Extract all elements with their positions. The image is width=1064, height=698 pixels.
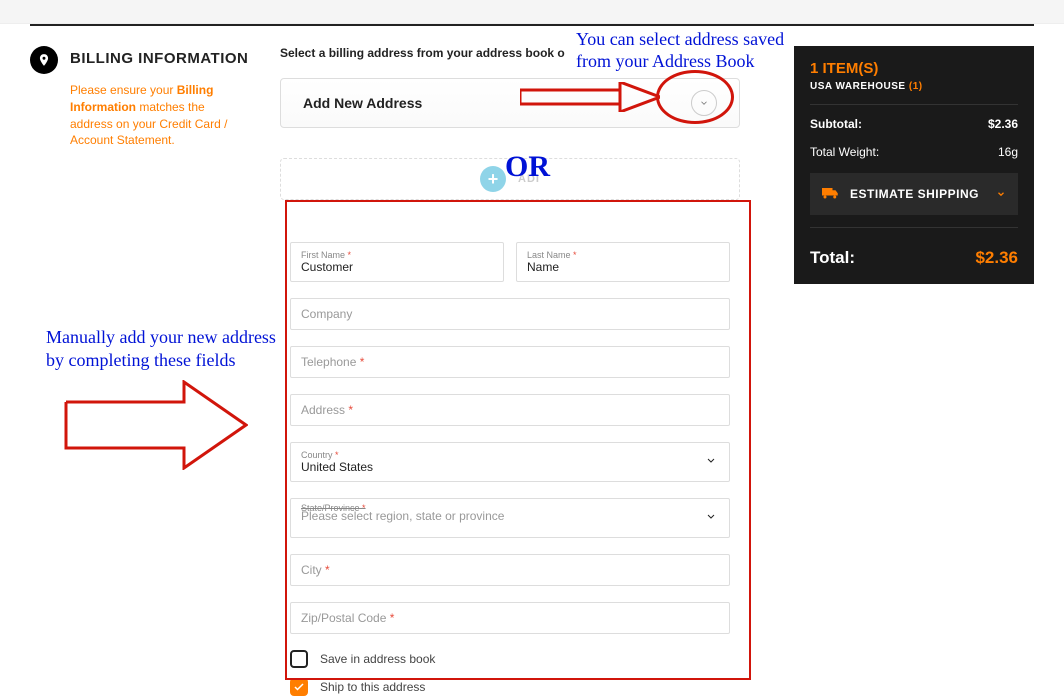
save-address-checkbox[interactable] — [290, 650, 308, 668]
total-row: Total: $2.36 — [810, 248, 1018, 268]
billing-title: BILLING INFORMATION — [70, 50, 248, 67]
telephone-input[interactable]: Telephone * — [290, 346, 730, 378]
chevron-down-icon — [691, 90, 717, 116]
select-address-instruction: Select a billing address from your addre… — [280, 46, 740, 60]
estimate-shipping-toggle[interactable]: ESTIMATE SHIPPING — [810, 173, 1018, 215]
weight-row: Total Weight: 16g — [810, 145, 1018, 159]
address-book-dropdown[interactable]: Add New Address — [280, 78, 740, 128]
country-select[interactable]: Country * United States — [290, 442, 730, 482]
left-column: BILLING INFORMATION Please ensure your B… — [30, 46, 280, 698]
dropdown-label: Add New Address — [303, 95, 422, 111]
chevron-down-icon — [996, 189, 1006, 199]
address-form: First Name * Customer Last Name * Name C… — [280, 220, 740, 698]
save-address-label: Save in address book — [320, 652, 435, 666]
address-input[interactable]: Address * — [290, 394, 730, 426]
plus-icon: + — [480, 166, 506, 192]
company-input[interactable]: Company — [290, 298, 730, 330]
add-new-address-block[interactable]: + ADI — [280, 158, 740, 200]
annotation-arrow-right — [520, 82, 660, 112]
warehouse-line: USA WAREHOUSE (1) — [810, 81, 1018, 92]
location-pin-icon — [30, 46, 58, 74]
state-select[interactable]: State/Province * Please select region, s… — [290, 498, 730, 538]
billing-note: Please ensure your Billing Information m… — [70, 82, 250, 149]
order-summary: 1 ITEM(S) USA WAREHOUSE (1) Subtotal: $2… — [794, 46, 1034, 284]
divider — [810, 104, 1018, 105]
top-bar — [0, 0, 1064, 24]
ship-to-address-checkbox[interactable] — [290, 678, 308, 696]
divider — [810, 227, 1018, 228]
chevron-down-icon — [705, 455, 717, 470]
zip-input[interactable]: Zip/Postal Code * — [290, 602, 730, 634]
subtotal-row: Subtotal: $2.36 — [810, 117, 1018, 131]
items-count: 1 ITEM(S) — [810, 60, 1018, 77]
annotation-arrow-right-2 — [64, 380, 248, 470]
ship-to-address-label: Ship to this address — [320, 680, 425, 694]
add-label: ADI — [518, 173, 540, 185]
first-name-input[interactable]: First Name * Customer — [290, 242, 504, 282]
last-name-input[interactable]: Last Name * Name — [516, 242, 730, 282]
truck-icon — [822, 187, 840, 201]
city-input[interactable]: City * — [290, 554, 730, 586]
chevron-down-icon — [705, 511, 717, 526]
main-form-column: Select a billing address from your addre… — [280, 46, 740, 698]
